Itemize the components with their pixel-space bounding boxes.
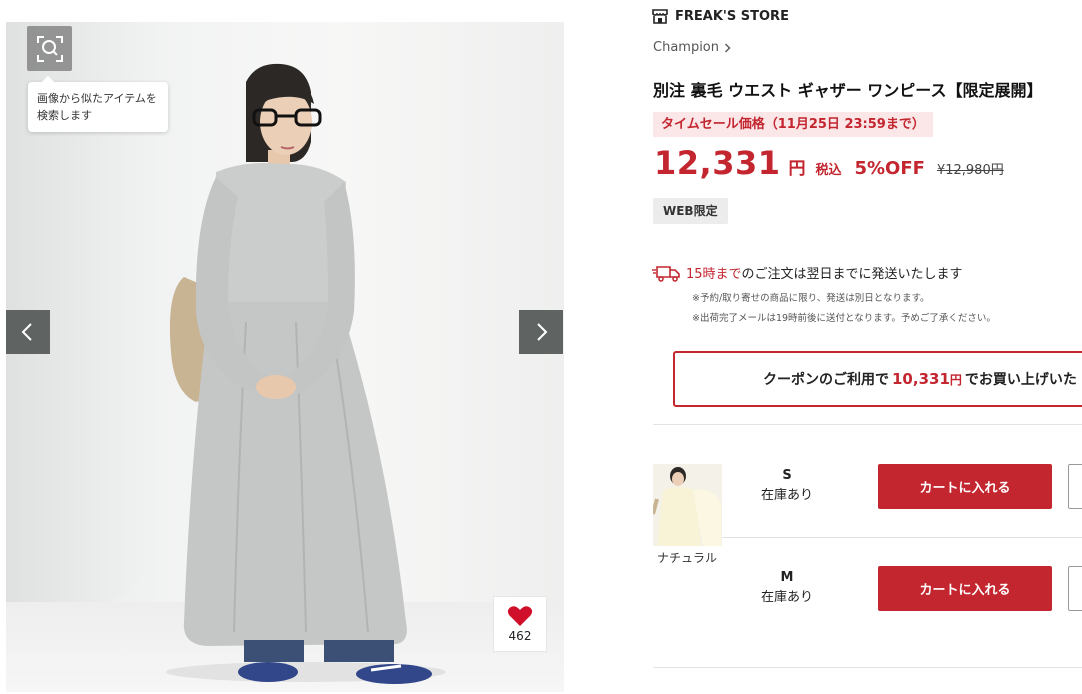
- coupon-price: 10,331円: [892, 370, 962, 388]
- delivery-truck-icon: [652, 265, 680, 282]
- favorite-size-button[interactable]: [1068, 566, 1082, 611]
- image-search-icon: [36, 35, 63, 62]
- shipping-note: ※予約/取り寄せの商品に限り、発送は別日となります。: [692, 293, 930, 304]
- size-label: M: [780, 570, 794, 585]
- color-name: ナチュラル: [657, 551, 718, 565]
- divider: [653, 667, 1082, 668]
- brand-link[interactable]: Champion: [653, 40, 731, 55]
- shipping-deadline: 15時まで: [686, 267, 742, 282]
- previous-image-button[interactable]: [6, 310, 50, 354]
- color-variant-thumbnail[interactable]: [653, 464, 722, 546]
- next-image-button[interactable]: [519, 310, 563, 354]
- tax-label: 税込: [815, 163, 842, 178]
- coupon-suffix: でお買い上げいた: [964, 372, 1077, 388]
- shipping-info: 15時まで のご注文は翌日までに発送いたします: [652, 263, 963, 282]
- coupon-prefix: クーポンのご利用で: [763, 372, 889, 388]
- sale-price: 12,331: [654, 144, 781, 182]
- add-to-cart-button[interactable]: カートに入れる: [878, 566, 1052, 611]
- size-row-s: S 在庫あり: [737, 466, 837, 506]
- price-currency: 円: [788, 159, 806, 179]
- stock-status: 在庫あり: [760, 590, 813, 605]
- chevron-left-icon: [21, 323, 32, 341]
- favorite-size-button[interactable]: [1068, 464, 1082, 509]
- stock-status: 在庫あり: [760, 488, 813, 503]
- brand-name: Champion: [653, 40, 720, 55]
- divider: [722, 537, 1082, 538]
- coupon-banner[interactable]: クーポンのご利用で 10,331円 でお買い上げいた: [673, 351, 1082, 407]
- add-to-cart-button[interactable]: カートに入れる: [878, 464, 1052, 509]
- time-sale-badge: タイムセール価格（11月25日 23:59まで）: [653, 112, 933, 137]
- favorite-count: 462: [508, 629, 532, 643]
- variant-photo: [653, 464, 722, 546]
- favorite-button[interactable]: 462: [493, 596, 547, 652]
- chevron-right-icon: [537, 323, 548, 341]
- store-link[interactable]: FREAK'S STORE: [652, 9, 789, 24]
- chevron-right-icon: [725, 43, 731, 52]
- discount-rate: 5%OFF: [854, 158, 925, 179]
- size-row-m: M 在庫あり: [737, 568, 837, 608]
- store-icon: [652, 9, 668, 24]
- original-price: ¥12,980円: [936, 163, 1004, 178]
- image-search-button[interactable]: [27, 26, 72, 71]
- store-name: FREAK'S STORE: [675, 9, 789, 24]
- web-limited-badge: WEB限定: [653, 198, 728, 224]
- price-row: 12,331 円 税込 5%OFF ¥12,980円: [654, 144, 1004, 182]
- image-search-tooltip: 画像から似たアイテムを 検索します: [28, 76, 168, 132]
- shipping-text: のご注文は翌日までに発送いたします: [741, 267, 963, 282]
- heart-icon: [507, 606, 533, 626]
- size-label: S: [782, 468, 792, 483]
- divider: [653, 424, 1082, 425]
- shipping-note: ※出荷完了メールは19時前後に送付となります。予めご了承ください。: [692, 313, 996, 324]
- product-title: 別注 裏毛 ウエスト ギャザー ワンピース【限定展開】: [653, 81, 1043, 100]
